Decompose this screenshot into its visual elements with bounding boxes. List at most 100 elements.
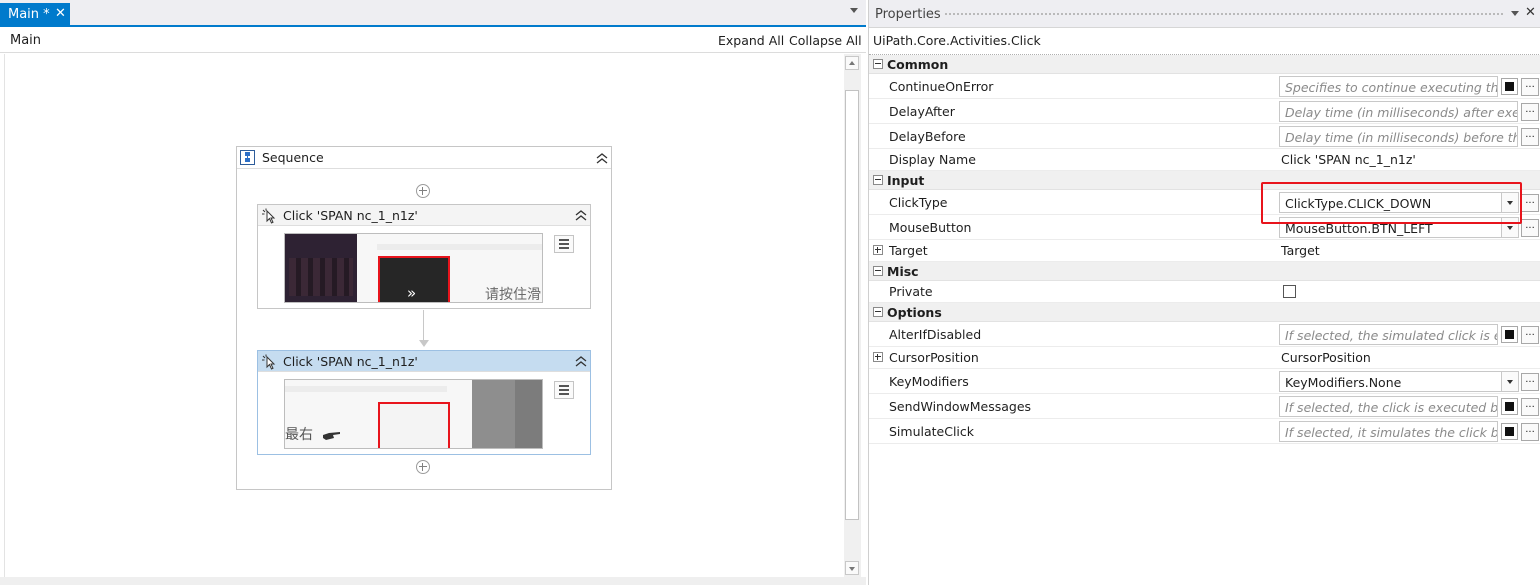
click-activity-1-screenshot: » 请按住滑 <box>284 233 543 303</box>
expression-editor-icon[interactable] <box>1501 423 1518 440</box>
properties-panel: Properties ✕ UiPath.Core.Activities.Clic… <box>868 0 1540 585</box>
private-checkbox[interactable] <box>1283 285 1296 298</box>
property-row-send-window-messages: SendWindowMessages If selected, the clic… <box>869 394 1540 419</box>
ellipsis-button[interactable]: ... <box>1521 373 1539 391</box>
property-row-private: Private <box>869 281 1540 303</box>
tab-close-icon[interactable]: ✕ <box>55 6 66 21</box>
collapse-category-icon[interactable] <box>873 307 883 317</box>
properties-type-row: UiPath.Core.Activities.Click <box>869 29 1540 55</box>
ellipsis-button[interactable]: ... <box>1521 219 1539 237</box>
click-activity-1-title: Click 'SPAN nc_1_n1z' <box>283 208 418 223</box>
property-name: CursorPosition <box>889 350 979 365</box>
collapse-category-icon[interactable] <box>873 175 883 185</box>
click-activity-2-screenshot: 最右 <box>284 379 543 449</box>
collapse-click-1-icon[interactable] <box>574 209 588 221</box>
add-activity-icon[interactable] <box>416 184 430 198</box>
property-name: MouseButton <box>889 220 972 235</box>
delay-before-input[interactable]: Delay time (in milliseconds) before the … <box>1279 126 1518 147</box>
workflow-designer: Main * ✕ Main Expand All Collapse All Se… <box>0 0 866 585</box>
key-modifiers-select[interactable]: KeyModifiers.None <box>1279 371 1519 392</box>
property-row-target: Target Target <box>869 240 1540 262</box>
continue-on-error-input[interactable]: Specifies to continue executing the r <box>1279 76 1498 97</box>
category-label: Input <box>887 173 925 188</box>
connector-arrow-icon <box>419 340 429 347</box>
dropdown-arrow-icon[interactable] <box>1501 372 1518 391</box>
click-activity-1-options-button[interactable] <box>554 235 574 253</box>
click-activity-icon <box>262 208 276 224</box>
ellipsis-button[interactable]: ... <box>1521 326 1539 344</box>
breadcrumb[interactable]: Main <box>10 33 41 48</box>
panel-options-dropdown-icon[interactable] <box>1511 11 1519 16</box>
add-activity-icon[interactable] <box>416 460 430 474</box>
sequence-activity[interactable]: Sequence Click 'SPAN nc_1_n1z' » 请按住滑 Cl… <box>236 146 612 490</box>
click-activity-2-header[interactable]: Click 'SPAN nc_1_n1z' <box>258 351 590 372</box>
display-name-value[interactable]: Click 'SPAN nc_1_n1z' <box>1281 152 1416 167</box>
property-grid: Common ContinueOnError Specifies to cont… <box>869 55 1540 444</box>
scroll-up-icon[interactable] <box>845 56 859 70</box>
click-activity-2-title: Click 'SPAN nc_1_n1z' <box>283 354 418 369</box>
preview-text: 最右 <box>285 427 313 443</box>
scroll-down-icon[interactable] <box>845 561 859 575</box>
expand-property-icon[interactable] <box>873 352 883 362</box>
click-activity-2[interactable]: Click 'SPAN nc_1_n1z' 最右 <box>257 350 591 455</box>
tab-main-label: Main * <box>8 7 50 22</box>
designer-horizontal-scrollbar[interactable] <box>0 577 866 585</box>
properties-titlebar: Properties ✕ <box>869 0 1540 28</box>
click-activity-1[interactable]: Click 'SPAN nc_1_n1z' » 请按住滑 <box>257 204 591 309</box>
ellipsis-button[interactable]: ... <box>1521 194 1539 212</box>
scroll-thumb[interactable] <box>845 90 859 520</box>
expression-editor-icon[interactable] <box>1501 78 1518 95</box>
target-element-box: » <box>378 256 450 302</box>
annotation-highlight-box <box>1261 182 1522 224</box>
properties-title: Properties <box>875 7 941 22</box>
property-row-key-modifiers: KeyModifiers KeyModifiers.None ... <box>869 369 1540 394</box>
simulate-click-input[interactable]: If selected, it simulates the click by u <box>1279 421 1498 442</box>
cursor-position-value[interactable]: CursorPosition <box>1281 350 1371 365</box>
tab-main[interactable]: Main * ✕ <box>0 3 70 27</box>
category-misc[interactable]: Misc <box>869 262 1540 281</box>
property-row-alter-if-disabled: AlterIfDisabled If selected, the simulat… <box>869 322 1540 347</box>
property-name: ClickType <box>889 195 948 210</box>
designer-vertical-scrollbar[interactable] <box>844 54 861 577</box>
sequence-title: Sequence <box>262 150 324 165</box>
target-value[interactable]: Target <box>1281 243 1320 258</box>
property-row-delay-before: DelayBefore Delay time (in milliseconds)… <box>869 124 1540 149</box>
send-window-messages-input[interactable]: If selected, the click is executed by se <box>1279 396 1498 417</box>
panel-close-icon[interactable]: ✕ <box>1525 5 1536 20</box>
property-row-display-name: Display Name Click 'SPAN nc_1_n1z' <box>869 149 1540 171</box>
collapse-all-link[interactable]: Collapse All <box>789 33 862 48</box>
property-row-delay-after: DelayAfter Delay time (in milliseconds) … <box>869 99 1540 124</box>
property-row-continue-on-error: ContinueOnError Specifies to continue ex… <box>869 74 1540 99</box>
panel-grip[interactable] <box>944 12 1504 17</box>
property-name: Display Name <box>889 152 976 167</box>
category-label: Options <box>887 305 942 320</box>
alter-if-disabled-input[interactable]: If selected, the simulated click is exe <box>1279 324 1498 345</box>
slider-arrows-icon: » <box>407 284 417 302</box>
collapse-category-icon[interactable] <box>873 266 883 276</box>
delay-after-input[interactable]: Delay time (in milliseconds) after execu… <box>1279 101 1518 122</box>
category-common[interactable]: Common <box>869 55 1540 74</box>
property-name: ContinueOnError <box>889 79 994 94</box>
collapse-sequence-icon[interactable] <box>595 152 609 164</box>
click-activity-2-options-button[interactable] <box>554 381 574 399</box>
click-activity-icon <box>262 354 276 370</box>
click-activity-1-header[interactable]: Click 'SPAN nc_1_n1z' <box>258 205 590 226</box>
expression-editor-icon[interactable] <box>1501 326 1518 343</box>
tab-list-dropdown-icon[interactable] <box>850 8 858 13</box>
expand-all-link[interactable]: Expand All <box>718 33 784 48</box>
ellipsis-button[interactable]: ... <box>1521 128 1539 146</box>
activity-type-name: UiPath.Core.Activities.Click <box>873 33 1041 48</box>
collapse-click-2-icon[interactable] <box>574 355 588 367</box>
expression-editor-icon[interactable] <box>1501 398 1518 415</box>
sequence-connector <box>423 310 424 344</box>
category-options[interactable]: Options <box>869 303 1540 322</box>
category-label: Misc <box>887 264 919 279</box>
collapse-category-icon[interactable] <box>873 59 883 69</box>
ellipsis-button[interactable]: ... <box>1521 103 1539 121</box>
ellipsis-button[interactable]: ... <box>1521 78 1539 96</box>
ellipsis-button[interactable]: ... <box>1521 423 1539 441</box>
sequence-header[interactable]: Sequence <box>237 147 611 169</box>
expand-property-icon[interactable] <box>873 245 883 255</box>
property-row-cursor-position: CursorPosition CursorPosition <box>869 347 1540 369</box>
ellipsis-button[interactable]: ... <box>1521 398 1539 416</box>
